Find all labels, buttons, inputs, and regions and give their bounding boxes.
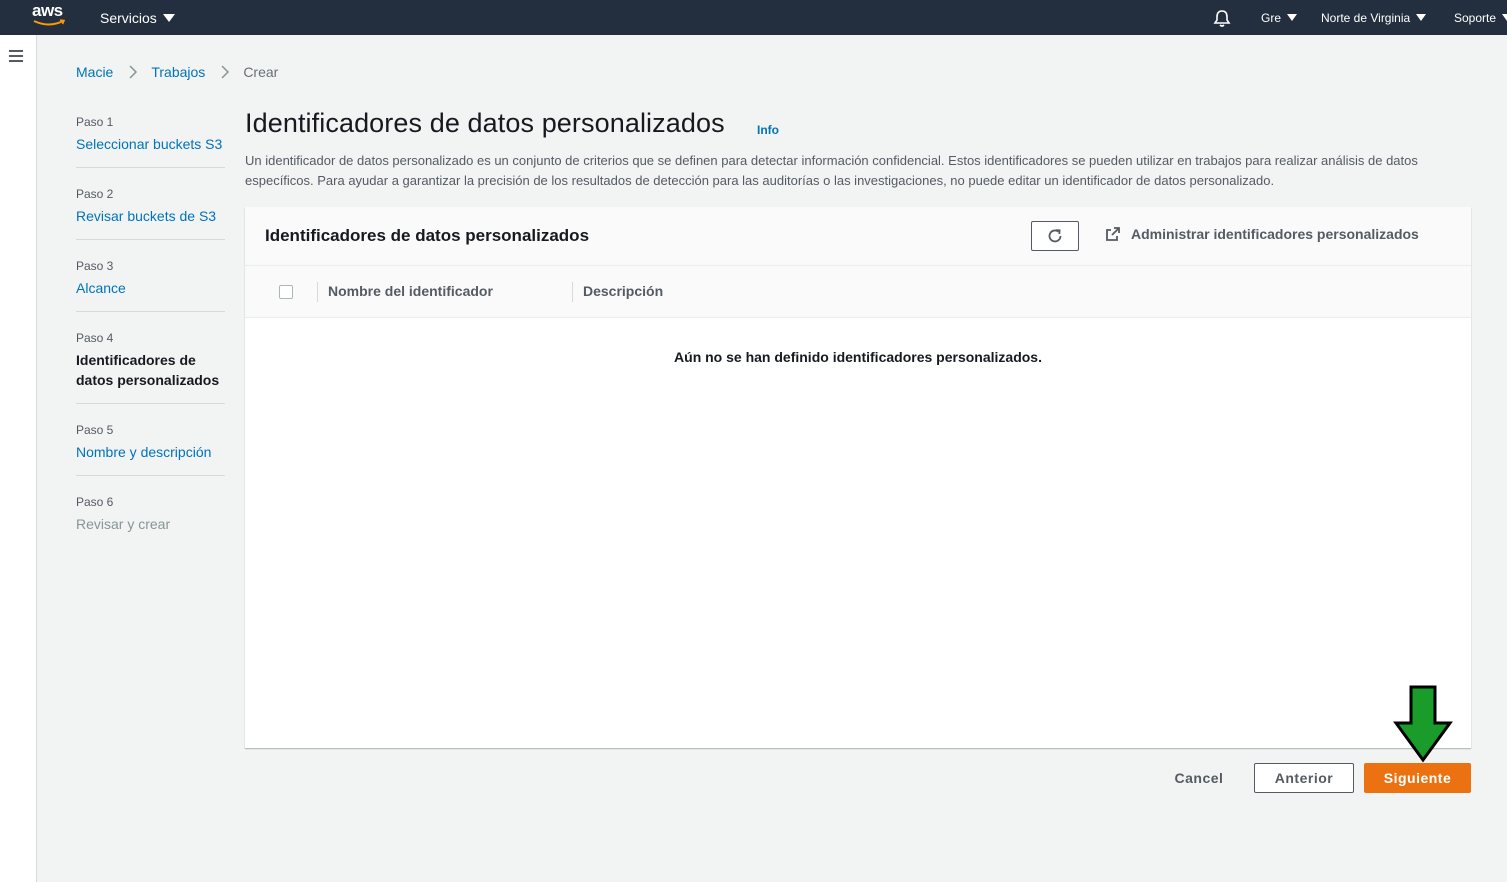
container-header: Identificadores de datos personalizados … [245,207,1471,266]
step-number: Paso 2 [76,187,114,201]
caret-down-icon [1287,14,1298,21]
step-1: Paso 1 Seleccionar buckets S3 [76,112,225,168]
wizard-steps: Paso 1 Seleccionar buckets S3 Paso 2 Rev… [76,112,225,536]
page-title: Identificadores de datos personalizados [245,108,725,138]
custom-identifiers-table-container: Identificadores de datos personalizados … [245,207,1471,748]
select-all-checkbox[interactable] [279,285,293,299]
breadcrumb-current: Crear [243,64,279,80]
caret-down-icon [1416,14,1427,21]
aws-smile-icon [33,19,65,26]
column-header-name[interactable]: Nombre del identificador [328,283,493,299]
hamburger-icon[interactable] [9,50,23,62]
step-number: Paso 6 [76,495,114,509]
column-header-description[interactable]: Descripción [583,283,663,299]
step-number: Paso 1 [76,115,114,129]
step-number: Paso 4 [76,331,114,345]
cancel-button[interactable]: Cancel [1164,763,1234,793]
table-header: Nombre del identificador Descripción [245,266,1471,318]
step-link-scope[interactable]: Alcance [76,278,225,298]
step-5: Paso 5 Nombre y descripción [76,404,225,476]
container-title: Identificadores de datos personalizados [265,226,590,245]
step-2: Paso 2 Revisar buckets de S3 [76,168,225,240]
breadcrumb-trabajos[interactable]: Trabajos [151,64,205,80]
step-4: Paso 4 Identificadores de datos personal… [76,312,225,404]
info-link[interactable]: Info [757,123,779,137]
step-6: Paso 6 Revisar y crear [76,476,225,536]
breadcrumb: Macie Trabajos Crear [76,62,278,82]
step-number: Paso 3 [76,259,114,273]
notifications-button[interactable] [1212,0,1232,35]
refresh-button[interactable] [1031,221,1079,251]
step-link-select-buckets[interactable]: Seleccionar buckets S3 [76,134,225,154]
caret-down-icon [1502,14,1507,21]
user-menu[interactable]: Gre [1261,0,1298,35]
manage-custom-identifiers-link[interactable]: Administrar identificadores personalizad… [1105,226,1419,242]
step-number: Paso 5 [76,423,114,437]
step-review-create: Revisar y crear [76,516,171,532]
chevron-right-icon [221,65,230,79]
chevron-right-icon [129,65,138,79]
column-divider [572,282,573,302]
step-link-review-buckets[interactable]: Revisar buckets de S3 [76,206,225,226]
side-navigation-rail [0,35,37,882]
down-arrow-annotation [1393,685,1453,763]
support-menu[interactable]: Soporte [1454,0,1507,35]
step-current-custom-identifiers: Identificadores de datos personalizados [76,352,220,388]
previous-button[interactable]: Anterior [1254,763,1354,793]
top-navigation-bar: aws Servicios Gre Norte de Virginia Sopo… [0,0,1507,35]
caret-down-icon [162,13,175,22]
step-link-name-description[interactable]: Nombre y descripción [76,442,225,462]
aws-logo[interactable]: aws [32,1,68,31]
column-divider [317,282,318,302]
region-menu[interactable]: Norte de Virginia [1321,0,1427,35]
page-description: Un identificador de datos personalizado … [245,153,1418,188]
bell-icon [1213,9,1231,27]
next-button[interactable]: Siguiente [1364,763,1471,793]
services-menu[interactable]: Servicios [100,0,175,35]
external-link-icon [1106,227,1120,241]
refresh-icon [1048,229,1062,243]
breadcrumb-macie[interactable]: Macie [76,64,113,80]
step-3: Paso 3 Alcance [76,240,225,312]
empty-state-message: Aún no se han definido identificadores p… [674,349,1042,365]
